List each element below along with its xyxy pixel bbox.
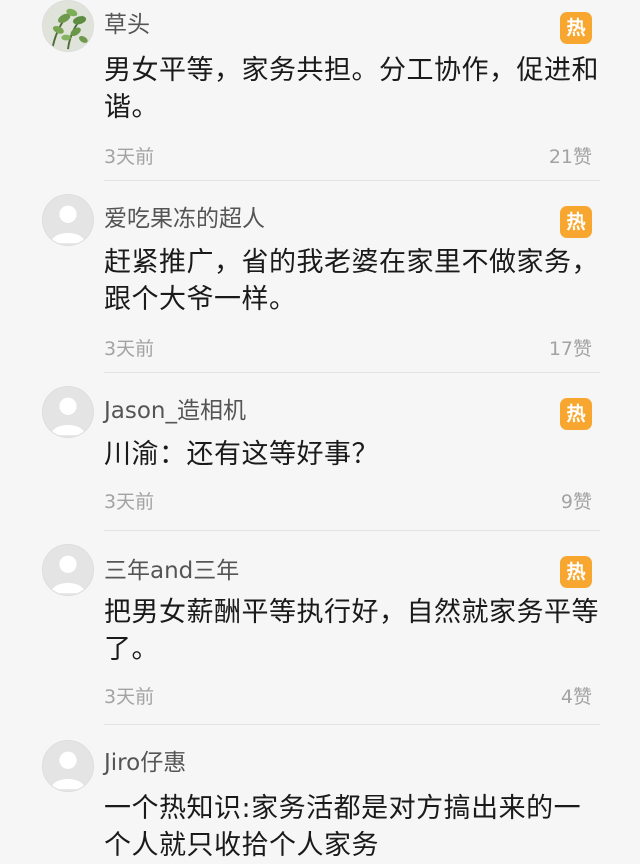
default-user-avatar-icon: [43, 741, 93, 791]
hot-badge: 热: [560, 556, 592, 588]
comment-time: 3天前: [104, 338, 155, 360]
avatar[interactable]: [42, 386, 94, 438]
username[interactable]: 草头: [104, 0, 600, 40]
like-count[interactable]: 21赞: [549, 142, 592, 172]
avatar[interactable]: [42, 0, 94, 52]
comment-item: Jason_造相机 热 川渝：还有这等好事？ 3天前 9赞: [0, 372, 640, 530]
like-count[interactable]: 9赞: [561, 487, 592, 517]
hot-badge: 热: [560, 12, 592, 44]
comment-text: 把男女薪酬平等执行好，自然就家务平等了。: [104, 597, 599, 665]
comment-item: Jiro仔惠 一个热知识:家务活都是对方搞出来的一个人就只收拾个人家务: [0, 724, 640, 864]
comment-item: 草头 热 男女平等，家务共担。分工协作，促进和谐。 3天前 21赞: [0, 0, 640, 180]
comment-feed: 草头 热 男女平等，家务共担。分工协作，促进和谐。 3天前 21赞 爱吃果冻的超…: [0, 0, 640, 864]
comment-meta: 3天前 17赞: [104, 334, 600, 364]
like-count[interactable]: 17赞: [549, 334, 592, 364]
comment-text: 川渝：还有这等好事？: [104, 439, 379, 470]
default-user-avatar-icon: [43, 387, 93, 437]
avatar[interactable]: [42, 544, 94, 596]
avatar[interactable]: [42, 740, 94, 792]
username[interactable]: Jason_造相机: [104, 372, 600, 426]
comment-meta: 3天前 9赞: [104, 487, 600, 517]
comment-text: 赶紧推广，省的我老婆在家里不做家务，跟个大爷一样。: [104, 247, 599, 315]
default-user-avatar-icon: [43, 195, 93, 245]
username[interactable]: Jiro仔惠: [104, 724, 600, 778]
comment-text: 一个热知识:家务活都是对方搞出来的一个人就只收拾个人家务: [104, 793, 582, 861]
hot-badge: 热: [560, 206, 592, 238]
username[interactable]: 爱吃果冻的超人: [104, 180, 600, 234]
hot-badge: 热: [560, 398, 592, 430]
comment-time: 3天前: [104, 146, 155, 168]
username[interactable]: 三年and三年: [104, 530, 600, 586]
comment-text: 男女平等，家务共担。分工协作，促进和谐。: [104, 55, 599, 123]
plant-photo-avatar-icon: [43, 1, 93, 51]
default-user-avatar-icon: [43, 545, 93, 595]
comment-meta: 3天前 21赞: [104, 142, 600, 172]
comment-item: 三年and三年 热 把男女薪酬平等执行好，自然就家务平等了。 3天前 4赞: [0, 530, 640, 724]
avatar[interactable]: [42, 194, 94, 246]
comment-time: 3天前: [104, 686, 155, 708]
comment-time: 3天前: [104, 491, 155, 513]
comment-item: 爱吃果冻的超人 热 赶紧推广，省的我老婆在家里不做家务，跟个大爷一样。 3天前 …: [0, 180, 640, 372]
like-count[interactable]: 4赞: [561, 682, 592, 712]
comment-meta: 3天前 4赞: [104, 682, 600, 712]
